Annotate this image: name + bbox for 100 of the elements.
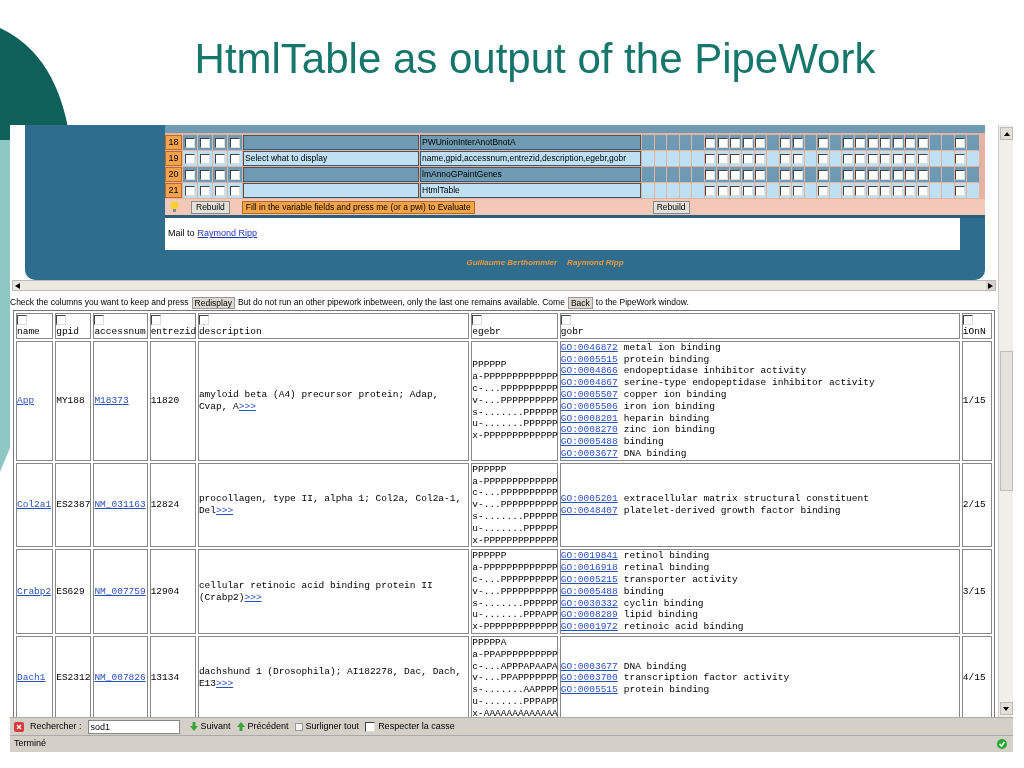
go-link[interactable]: GO:0030332 [560,597,618,610]
instruction-text: But do not run an other pipework inbetween, only the last one remains available. Come [237,296,565,309]
accession-link[interactable]: NM_007759 [94,585,146,597]
scroll-left-icon[interactable] [13,281,22,290]
table-cell: 12904 [149,549,196,634]
evaluate-button[interactable]: Fill in the variable fields and press me (or a pwi) to Evaluate [241,200,475,214]
go-link[interactable]: GO:0005515 [560,353,618,366]
checkbox[interactable] [365,721,376,732]
more-link[interactable]: >>> [238,400,256,412]
previous-button[interactable]: Précédent [236,719,289,734]
go-link[interactable]: GO:0003677 [560,447,618,460]
go-link[interactable]: GO:0005201 [560,493,618,506]
input-field[interactable] [243,167,419,182]
go-link[interactable]: GO:0005515 [560,684,618,696]
go-link[interactable]: GO:0005507 [560,389,618,401]
arrow-up-icon [236,722,245,731]
input-field[interactable] [243,183,419,198]
table-cell: 3/15 [961,549,992,634]
go-link[interactable]: GO:0019841 [560,550,618,563]
go-link[interactable]: GO:0008270 [560,424,618,437]
table-cell: 11820 [149,340,196,461]
checkbox[interactable] [198,315,209,325]
checkbox[interactable] [56,315,67,325]
grid-cell [667,151,679,166]
grid-cell [642,151,654,166]
checkbox[interactable] [94,315,105,325]
go-link[interactable]: GO:0005215 [560,573,618,586]
horizontal-scrollbar[interactable] [12,280,996,291]
input-field[interactable] [243,135,419,150]
input-field[interactable]: HtmlTable [420,183,641,198]
gene-link[interactable]: App [17,394,35,406]
rebuild-button[interactable]: Rebuild [652,200,690,214]
go-link[interactable]: GO:0001972 [560,621,618,633]
highlight-button[interactable]: Surligner tout [294,719,360,734]
vertical-scrollbar[interactable] [998,125,1013,291]
gene-link[interactable]: Dach1 [17,672,46,684]
egebr-text: PPPPPA a-PPAPPPPPPPPPP c-...APPPAPAAPA v-...PPAPPPPPPP s-.......AAPPPP u-.......PPPAPP x-AAAAAAAAAAAAA [472,636,557,717]
mail-label: Mail to [168,227,195,241]
accession-link[interactable]: NM_007826 [94,672,146,684]
search-label: Rechercher : [30,719,82,733]
scroll-thumb[interactable] [999,351,1013,491]
go-term: retinoic acid binding [623,621,744,633]
slide-title: HtmlTable as output of the PipeWork [194,37,876,80]
go-link[interactable]: GO:0005506 [560,400,618,413]
input-field[interactable]: name,gpid,accessnum,entrezid,description,egebr,gobr [420,151,641,166]
column-header: description [198,325,262,338]
scroll-up-icon[interactable] [1000,127,1013,140]
table-cell: 1/15 [961,340,992,461]
next-button[interactable]: Suivant [189,719,231,734]
go-link[interactable]: GO:0008289 [560,609,618,622]
go-link[interactable]: GO:0004867 [560,377,618,389]
accession-link[interactable]: M18373 [94,394,129,406]
rebuild-button[interactable]: Rebuild [191,200,230,214]
description-text: amyloid beta (A4) precursor protein; Adap, Cvap, A>>> [198,389,439,412]
gene-link[interactable]: Crabp2 [17,585,52,597]
more-link[interactable]: >>> [244,591,262,603]
scroll-down-icon[interactable] [999,702,1013,715]
description-text: dachshund 1 (Drosophila); AI182278, Dac, Dach, E13>>> [198,666,462,690]
checkbox[interactable] [560,315,571,325]
egebr-text: PPPPPP a-PPPPPPPPPPPPP c-...PPPPPPPPPP v-...PPPPPPPPPP s-.......PPPPPP u-.......PPPAPP x-PPPPPPPPPPPPP [472,550,557,633]
grid-cell [667,183,679,198]
search-field[interactable]: sod1 [87,719,180,734]
go-link[interactable]: GO:0003700 [560,672,618,685]
close-icon[interactable] [14,721,24,732]
description-text: cellular retinoic acid binding protein II (Crabp2)>>> [198,579,433,603]
step-number: 19 [165,151,182,166]
checkbox[interactable] [17,315,27,325]
go-link[interactable]: GO:0046872 [560,341,618,354]
scroll-right-icon[interactable] [986,281,995,290]
column-header: gobr [560,325,584,338]
column-header: accessnum [94,325,146,338]
go-link[interactable]: GO:0005488 [560,436,618,448]
back-button[interactable]: Back [567,297,593,309]
input-field[interactable]: lmAnnoGPaintGenes [420,167,641,182]
mail-link[interactable]: Raymond Ripp [197,227,258,241]
go-link[interactable]: GO:0008201 [560,412,618,425]
vertical-scrollbar[interactable] [998,291,1013,717]
redisplay-button[interactable]: Redisplay [191,297,235,309]
go-link[interactable]: GO:0048407 [560,505,618,517]
column-header: name [17,325,40,338]
arrow-down-icon [189,722,198,731]
more-link[interactable]: >>> [216,678,234,690]
input-field[interactable]: Select what to display [243,151,419,166]
checkbox[interactable] [150,315,161,325]
table-cell: MY188 [55,340,92,461]
go-link[interactable]: GO:0005488 [560,585,618,598]
instruction-text: Check the columns you want to keep and press [10,296,189,309]
checkbox[interactable] [962,315,973,325]
grid-cell [654,151,666,166]
more-link[interactable]: >>> [216,505,234,517]
go-link[interactable]: GO:0004866 [560,365,618,378]
accession-link[interactable]: NM_031163 [94,499,146,511]
gene-link[interactable]: Col2a1 [17,499,52,511]
input-field[interactable]: PWUnionInterAnotBnotA [420,135,641,150]
egebr-text: PPPPPP a-PPPPPPPPPPPPP c-...PPPPPPPPPP v-...PPPPPPPPPP s-.......PPPPPP u-.......PPPPPP x-PPPPPPPPPPPPP [472,359,557,443]
status-text: Terminé [14,737,46,751]
checkbox[interactable] [472,315,483,325]
step-number: 20 [165,167,182,182]
go-link[interactable]: GO:0003677 [560,660,618,673]
go-link[interactable]: GO:0016918 [560,562,618,574]
